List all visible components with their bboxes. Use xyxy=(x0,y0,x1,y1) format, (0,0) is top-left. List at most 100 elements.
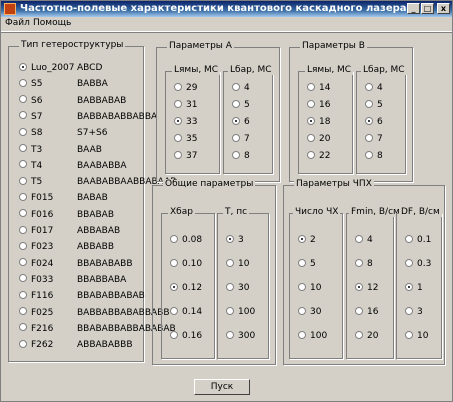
radio-button[interactable] xyxy=(232,82,240,91)
option-paramsA-col1[interactable]: 35 xyxy=(174,133,197,145)
option-paramsB-col2[interactable]: 6 xyxy=(365,116,383,128)
radio-button[interactable] xyxy=(19,290,27,299)
title-bar[interactable]: Частотно-полевые характеристики квантово… xyxy=(1,1,452,17)
structure-option[interactable]: F016 BBABAB xyxy=(19,209,114,221)
option-chx-col3[interactable]: 0.1 xyxy=(405,234,431,246)
radio-button[interactable] xyxy=(19,144,27,152)
radio-button[interactable] xyxy=(355,282,363,291)
radio-button[interactable] xyxy=(19,78,27,87)
option-chx-col1[interactable]: 100 xyxy=(298,330,327,342)
structure-option[interactable]: F025 BABBABBABABBABB xyxy=(19,307,170,319)
radio-button[interactable] xyxy=(170,258,178,267)
radio-button[interactable] xyxy=(405,234,413,243)
radio-button[interactable] xyxy=(170,330,178,339)
option-common-col2[interactable]: 300 xyxy=(226,330,255,342)
radio-button[interactable] xyxy=(232,116,240,125)
option-paramsB-col2[interactable]: 7 xyxy=(365,133,383,145)
radio-button[interactable] xyxy=(19,192,27,201)
radio-button[interactable] xyxy=(19,62,27,71)
radio-button[interactable] xyxy=(170,282,178,291)
option-chx-col1[interactable]: 5 xyxy=(298,258,316,270)
radio-button[interactable] xyxy=(232,99,240,108)
option-paramsA-col2[interactable]: 5 xyxy=(232,99,250,111)
radio-button[interactable] xyxy=(298,234,306,243)
option-chx-col3[interactable]: 10 xyxy=(405,330,428,342)
maximize-button[interactable]: □ xyxy=(421,3,434,14)
structure-option[interactable]: F017 ABBABAB xyxy=(19,225,120,237)
option-paramsA-col2[interactable]: 8 xyxy=(232,150,250,162)
structure-option[interactable]: S8 S7+S6 xyxy=(19,127,107,139)
option-common-col2[interactable]: 30 xyxy=(226,282,249,294)
structure-option[interactable]: F262 ABBABABBB xyxy=(19,339,133,351)
radio-button[interactable] xyxy=(19,241,27,250)
option-paramsA-col2[interactable]: 7 xyxy=(232,133,250,145)
radio-button[interactable] xyxy=(307,150,315,159)
radio-button[interactable] xyxy=(19,339,27,348)
radio-button[interactable] xyxy=(405,258,413,267)
radio-button[interactable] xyxy=(19,274,27,283)
radio-button[interactable] xyxy=(365,116,373,125)
structure-option[interactable]: F015 BABAB xyxy=(19,192,108,204)
radio-button[interactable] xyxy=(355,234,363,243)
radio-button[interactable] xyxy=(365,99,373,108)
option-paramsB-col2[interactable]: 8 xyxy=(365,150,383,162)
structure-option[interactable]: F023 ABBABB xyxy=(19,241,114,253)
option-paramsA-col2[interactable]: 6 xyxy=(232,116,250,128)
option-common-col2[interactable]: 3 xyxy=(226,234,244,246)
radio-button[interactable] xyxy=(174,82,182,91)
radio-button[interactable] xyxy=(19,160,27,169)
menu-file[interactable]: Файл xyxy=(5,18,30,28)
radio-button[interactable] xyxy=(307,133,315,142)
option-common-col2[interactable]: 100 xyxy=(226,306,255,318)
structure-option[interactable]: F033 BBABBABA xyxy=(19,274,126,286)
structure-option[interactable]: F116 BBABABBABAB xyxy=(19,290,145,302)
option-chx-col1[interactable]: 10 xyxy=(298,282,321,294)
menu-help[interactable]: Помощь xyxy=(33,18,71,28)
close-button[interactable]: x xyxy=(437,3,450,14)
radio-button[interactable] xyxy=(355,258,363,267)
option-paramsA-col1[interactable]: 37 xyxy=(174,150,197,162)
radio-button[interactable] xyxy=(307,116,315,125)
structure-option[interactable]: F216 BBABABBABBABABAB xyxy=(19,323,176,335)
structure-option[interactable]: T4 BAABABBA xyxy=(19,160,127,172)
option-common-col1[interactable]: 0.14 xyxy=(170,306,202,318)
option-paramsB-col1[interactable]: 22 xyxy=(307,150,330,162)
radio-button[interactable] xyxy=(355,330,363,339)
option-chx-col2[interactable]: 8 xyxy=(355,258,373,270)
radio-button[interactable] xyxy=(307,99,315,108)
radio-button[interactable] xyxy=(232,133,240,142)
structure-option[interactable]: F024 BBABABABB xyxy=(19,258,133,270)
radio-button[interactable] xyxy=(365,150,373,159)
option-chx-col2[interactable]: 16 xyxy=(355,306,378,318)
structure-option[interactable]: Luo_2007 ABCD xyxy=(19,62,102,74)
option-paramsA-col2[interactable]: 4 xyxy=(232,82,250,94)
option-paramsA-col1[interactable]: 31 xyxy=(174,99,197,111)
radio-button[interactable] xyxy=(19,95,27,104)
radio-button[interactable] xyxy=(170,234,178,243)
structure-option[interactable]: T3 BAAB xyxy=(19,144,102,156)
option-paramsB-col2[interactable]: 5 xyxy=(365,99,383,111)
option-paramsB-col1[interactable]: 16 xyxy=(307,99,330,111)
radio-button[interactable] xyxy=(405,282,413,291)
option-common-col1[interactable]: 0.16 xyxy=(170,330,202,342)
option-chx-col3[interactable]: 1 xyxy=(405,282,423,294)
radio-button[interactable] xyxy=(174,116,182,125)
option-paramsA-col1[interactable]: 29 xyxy=(174,82,197,94)
option-paramsB-col2[interactable]: 4 xyxy=(365,82,383,94)
option-chx-col1[interactable]: 30 xyxy=(298,306,321,318)
radio-button[interactable] xyxy=(19,258,27,267)
structure-option[interactable]: S7 BABBABABBABBA xyxy=(19,111,157,123)
structure-option[interactable]: T5 BAABABBAABBABAAB xyxy=(19,176,176,188)
radio-button[interactable] xyxy=(19,127,27,136)
radio-button[interactable] xyxy=(298,306,306,315)
radio-button[interactable] xyxy=(174,150,182,159)
radio-button[interactable] xyxy=(19,225,27,234)
option-chx-col1[interactable]: 2 xyxy=(298,234,316,246)
option-common-col1[interactable]: 0.10 xyxy=(170,258,202,270)
start-button[interactable]: Пуск xyxy=(194,379,250,395)
radio-button[interactable] xyxy=(298,258,306,267)
radio-button[interactable] xyxy=(226,330,234,339)
option-chx-col2[interactable]: 12 xyxy=(355,282,378,294)
option-chx-col3[interactable]: 0.3 xyxy=(405,258,431,270)
radio-button[interactable] xyxy=(174,99,182,108)
